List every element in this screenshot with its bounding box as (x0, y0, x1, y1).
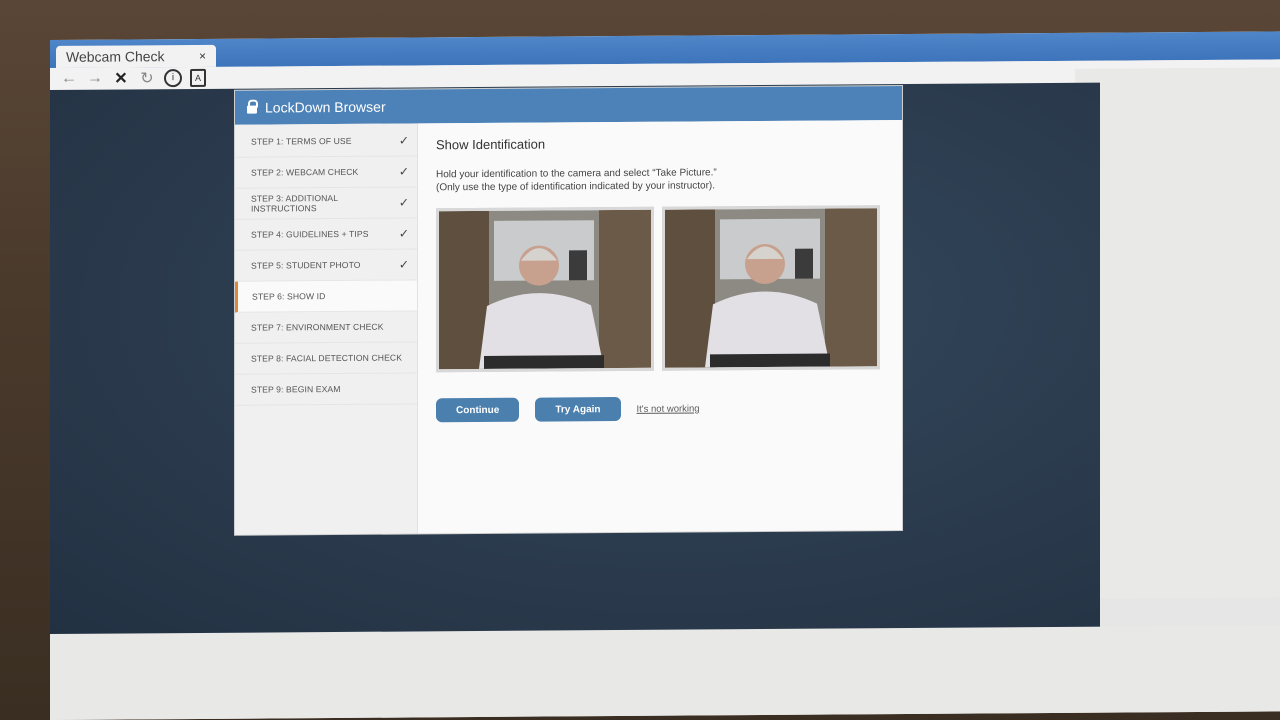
step-label: STEP 8: FACIAL DETECTION CHECK (251, 352, 403, 364)
step-label: STEP 7: ENVIRONMENT CHECK (251, 321, 384, 333)
lock-icon (247, 105, 257, 114)
action-row: Continue Try Again It's not working (436, 395, 886, 423)
reload-icon[interactable]: ↻ (138, 68, 156, 88)
checkmark-icon: ✓ (398, 257, 409, 272)
step-9[interactable]: STEP 9: BEGIN EXAM (235, 373, 417, 406)
page-background-right (1075, 67, 1280, 599)
step-6-active[interactable]: STEP 6: SHOW ID (235, 280, 417, 313)
step-label: STEP 2: WEBCAM CHECK (251, 166, 359, 178)
stop-icon[interactable]: ✕ (112, 68, 130, 88)
step-label: STEP 3: ADDITIONAL INSTRUCTIONS (251, 192, 338, 214)
step-label: STEP 5: STUDENT PHOTO (251, 259, 361, 271)
window-title-bar: LockDown Browser (235, 86, 902, 125)
checkmark-icon: ✓ (398, 133, 409, 148)
tab-title: Webcam Check (66, 48, 165, 65)
step-3[interactable]: STEP 3: ADDITIONAL INSTRUCTIONS ✓ (235, 187, 417, 220)
checkmark-icon: ✓ (398, 226, 409, 241)
steps-sidebar: STEP 1: TERMS OF USE ✓ STEP 2: WEBCAM CH… (235, 123, 418, 535)
screen: Webcam Check × ← → ✕ ↻ i A LockDown Brow… (50, 31, 1280, 720)
instruction-line-2: (Only use the type of identification ind… (436, 180, 716, 194)
back-icon[interactable]: ← (60, 70, 78, 88)
lockdown-browser-window: LockDown Browser STEP 1: TERMS OF USE ✓ … (235, 86, 902, 535)
window-title: LockDown Browser (265, 98, 386, 116)
step-8[interactable]: STEP 8: FACIAL DETECTION CHECK (235, 342, 417, 375)
photo-row (436, 205, 886, 373)
step-label: STEP 4: GUIDELINES + TIPS (251, 228, 369, 240)
captured-image (665, 208, 877, 368)
checkmark-icon: ✓ (398, 195, 409, 210)
close-tab-icon[interactable]: × (199, 49, 206, 63)
webcam-live-view (436, 206, 654, 373)
step-5[interactable]: STEP 5: STUDENT PHOTO ✓ (235, 249, 417, 282)
step-label: STEP 1: TERMS OF USE (251, 135, 352, 147)
try-again-button[interactable]: Try Again (535, 397, 621, 422)
checkmark-icon: ✓ (398, 164, 409, 179)
info-icon[interactable]: i (164, 69, 182, 88)
step-4[interactable]: STEP 4: GUIDELINES + TIPS ✓ (235, 218, 417, 251)
captured-photo (662, 205, 880, 371)
not-working-link[interactable]: It's not working (637, 403, 700, 414)
continue-button[interactable]: Continue (436, 397, 520, 423)
step-label: STEP 6: SHOW ID (252, 291, 326, 302)
main-panel: Show Identification Hold your identifica… (418, 120, 902, 534)
step-7[interactable]: STEP 7: ENVIRONMENT CHECK (235, 311, 417, 344)
browser-tab[interactable]: Webcam Check × (56, 44, 216, 68)
document-icon[interactable]: A (190, 68, 206, 88)
webcam-image (439, 209, 651, 370)
page-heading: Show Identification (436, 136, 546, 153)
page-background-bottom (50, 625, 1280, 720)
step-label: STEP 9: BEGIN EXAM (251, 383, 341, 395)
forward-icon[interactable]: → (86, 70, 104, 88)
step-1[interactable]: STEP 1: TERMS OF USE ✓ (235, 125, 417, 158)
step-2[interactable]: STEP 2: WEBCAM CHECK ✓ (235, 156, 417, 189)
